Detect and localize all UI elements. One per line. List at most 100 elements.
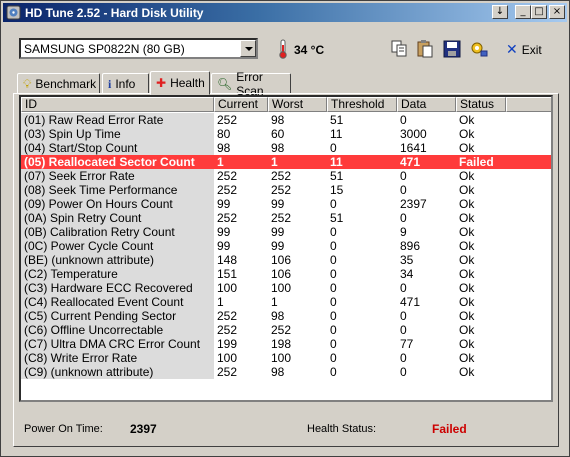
minimize-button[interactable]: _ [515,5,531,19]
cell-worst: 100 [271,351,292,365]
lightbulb-icon: 💡︎ [23,76,32,91]
cell-status: Ok [459,365,475,379]
table-row[interactable]: (C4) Reallocated Event Count 1 1 0 471 Ok [21,295,551,309]
title-bar[interactable]: HD Tune 2.52 - Hard Disk Utility ↓ _ □ × [3,3,567,22]
cell-data: 2397 [400,197,427,211]
cell-id: (C8) Write Error Rate [21,351,214,365]
table-row[interactable]: (C7) Ultra DMA CRC Error Count 199 198 0 77 O… [21,337,551,351]
cell-data: 1641 [400,141,427,155]
tab-error-scan[interactable]: 🔍︎ Error Scan [211,70,291,98]
cell-id: (C5) Current Pending Sector [21,309,214,323]
table-row[interactable]: (0B) Calibration Retry Count 99 99 0 9 Ok [21,225,551,239]
column-header-threshold[interactable]: Threshold [327,97,397,112]
close-button[interactable]: × [549,5,565,19]
cell-id: (BE) (unknown attribute) [21,253,214,267]
tab-benchmark-label: Benchmark [35,76,97,91]
tab-health[interactable]: ✚ Health [150,71,210,95]
table-row[interactable]: (C8) Write Error Rate 100 100 0 0 Ok [21,351,551,365]
cell-threshold: 51 [330,211,344,225]
cell-threshold: 0 [330,295,337,309]
table-row[interactable]: (0C) Power Cycle Count 99 99 0 896 Ok [21,239,551,253]
column-header-status[interactable]: Status [456,97,506,112]
cell-current: 98 [217,141,231,155]
table-row[interactable]: (04) Start/Stop Count 98 98 0 1641 Ok [21,141,551,155]
table-row[interactable]: (08) Seek Time Performance 252 252 15 0 Ok [21,183,551,197]
cell-id: (05) Reallocated Sector Count [21,155,214,169]
cell-worst: 100 [271,281,292,295]
cell-status: Failed [456,155,551,169]
cell-threshold: 0 [330,323,337,337]
cell-worst: 198 [271,337,292,351]
cell-data: 34 [400,267,414,281]
cell-threshold: 0 [330,141,337,155]
table-row[interactable]: (C6) Offline Uncorrectable 252 252 0 0 Ok [21,323,551,337]
cell-current: 151 [217,267,238,281]
cell-data: 9 [400,225,407,239]
cell-current: 80 [217,127,231,141]
cell-id: (0C) Power Cycle Count [21,239,214,253]
cell-id: (C9) (unknown attribute) [21,365,214,379]
cell-current: 100 [217,281,238,295]
table-header: ID Current Worst Threshold Data Status [21,97,551,112]
menu-down-button[interactable]: ↓ [492,5,508,19]
cell-data: 471 [397,155,456,169]
tab-benchmark[interactable]: 💡︎ Benchmark [17,73,100,94]
cell-threshold: 0 [330,239,337,253]
cell-threshold: 0 [330,253,337,267]
table-row[interactable]: (0A) Spin Retry Count 252 252 51 0 Ok [21,211,551,225]
table-row[interactable]: (09) Power On Hours Count 99 99 0 2397 Ok [21,197,551,211]
power-on-time-value: 2397 [130,422,157,436]
tab-info[interactable]: i Info [102,73,149,94]
thermometer-icon [279,39,287,59]
cell-status: Ok [459,211,475,225]
column-header-current[interactable]: Current [214,97,268,112]
table-row[interactable]: (05) Reallocated Sector Count 1 1 11 471 Fail… [21,155,551,169]
column-header-id[interactable]: ID [21,97,214,112]
cell-data: 77 [400,337,414,351]
table-row[interactable]: (C2) Temperature 151 106 0 34 Ok [21,267,551,281]
cell-data: 0 [400,309,407,323]
cell-id: (C2) Temperature [21,267,214,281]
exit-label: Exit [521,43,542,57]
cell-id: (C7) Ultra DMA CRC Error Count [21,337,214,351]
tab-info-label: Info [115,76,136,91]
cell-threshold: 15 [330,183,344,197]
cell-threshold: 0 [330,197,337,211]
table-row[interactable]: (C5) Current Pending Sector 252 98 0 0 Ok [21,309,551,323]
cell-worst: 98 [271,309,285,323]
cell-data: 0 [400,211,407,225]
cell-status: Ok [459,183,475,197]
cell-status: Ok [459,309,475,323]
cell-id: (C6) Offline Uncorrectable [21,323,214,337]
table-row[interactable]: (C3) Hardware ECC Recovered 100 100 0 0 Ok [21,281,551,295]
cell-id: (C3) Hardware ECC Recovered [21,281,214,295]
cell-threshold: 51 [330,169,344,183]
cell-threshold: 11 [327,155,397,169]
smart-attribute-table[interactable]: ID Current Worst Threshold Data Status (… [19,95,553,402]
drive-select[interactable]: SAMSUNG SP0822N (80 GB) [19,38,258,59]
table-row[interactable]: (03) Spin Up Time 80 60 11 3000 Ok [21,127,551,141]
cell-worst: 99 [271,197,285,211]
copy-icon[interactable] [389,39,409,59]
cell-current: 252 [217,211,238,225]
window-title: HD Tune 2.52 - Hard Disk Utility [25,6,204,20]
save-icon[interactable] [442,39,462,59]
chevron-down-icon[interactable] [240,40,256,57]
cell-id: (09) Power On Hours Count [21,197,214,211]
cell-id: (08) Seek Time Performance [21,183,214,197]
power-on-time-label: Power On Time: [24,423,103,435]
table-row[interactable]: (C9) (unknown attribute) 252 98 0 0 Ok [21,365,551,379]
paste-icon[interactable] [415,39,435,59]
cell-status: Ok [459,281,475,295]
table-row[interactable]: (01) Raw Read Error Rate 252 98 51 0 Ok [21,113,551,127]
table-row[interactable]: (BE) (unknown attribute) 148 106 0 35 Ok [21,253,551,267]
column-header-worst[interactable]: Worst [268,97,327,112]
options-icon[interactable] [469,39,489,59]
table-row[interactable]: (07) Seek Error Rate 252 252 51 0 Ok [21,169,551,183]
maximize-button[interactable]: □ [531,5,547,19]
cell-status: Ok [459,323,475,337]
exit-button[interactable]: ✕ Exit [506,41,542,59]
cell-worst: 106 [271,267,292,281]
cell-status: Ok [459,239,475,253]
column-header-data[interactable]: Data [397,97,456,112]
